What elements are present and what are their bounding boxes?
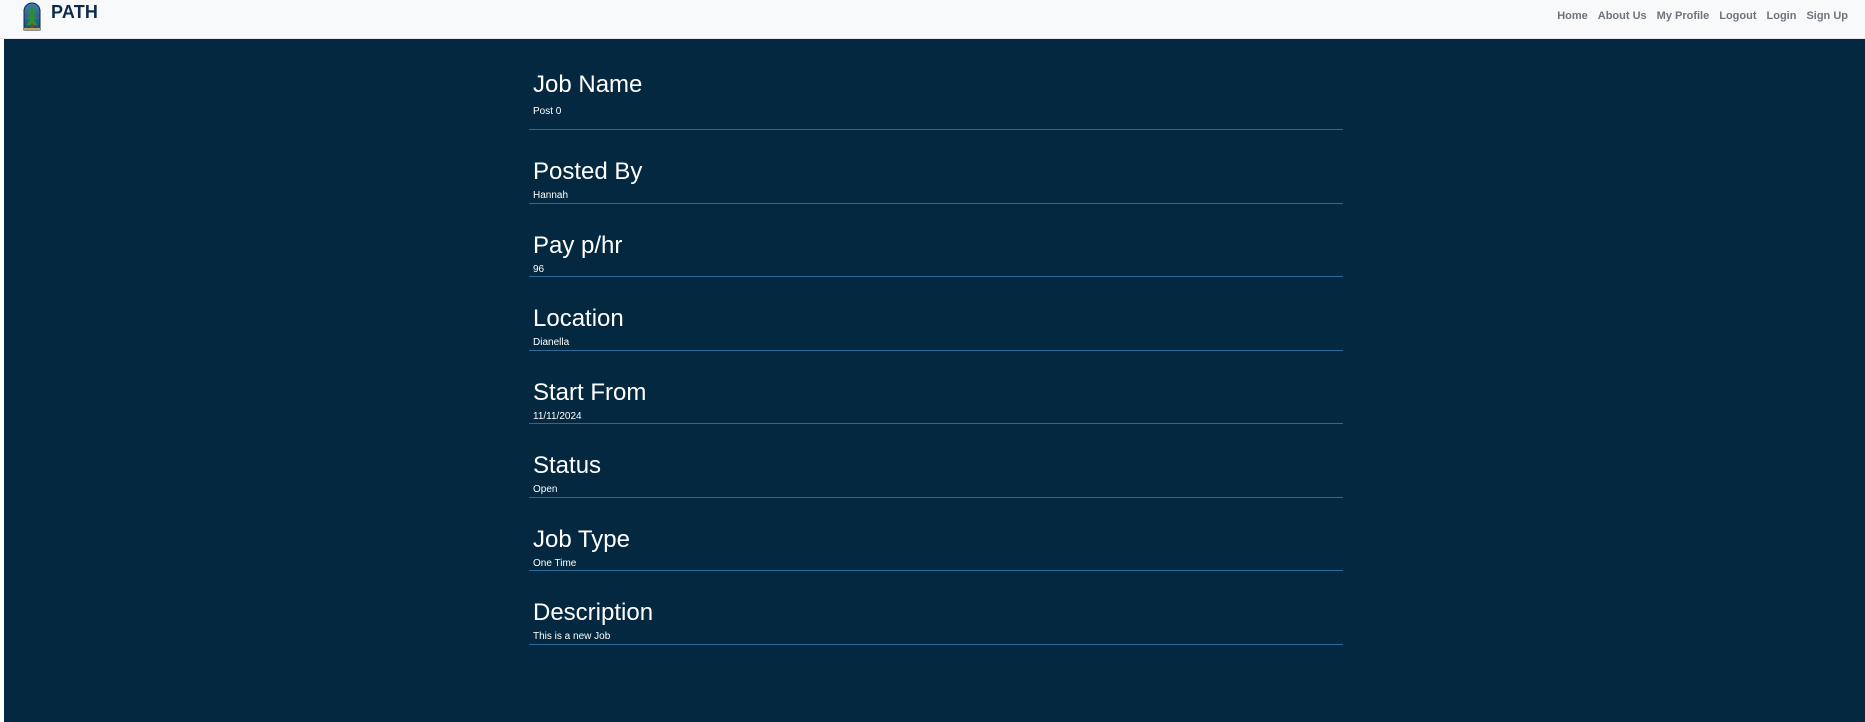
location-value: Dianella	[533, 337, 570, 348]
status-section: Status Open	[529, 424, 1343, 498]
job-name-label: Job Name	[533, 71, 643, 98]
job-type-label: Job Type	[533, 525, 630, 553]
nav-my-profile-link[interactable]: My Profile	[1652, 10, 1715, 22]
description-section: Description This is a new Job	[529, 571, 1343, 645]
nav-sign-up-link[interactable]: Sign Up	[1801, 10, 1853, 22]
nav-links: Home About Us My Profile Logout Login Si…	[1552, 0, 1853, 32]
description-label: Description	[533, 599, 654, 626]
location-section: Location Dianella	[529, 277, 1343, 351]
location-label: Location	[533, 305, 624, 332]
description-value: This is a new Job	[533, 631, 611, 642]
nav-about-us-link[interactable]: About Us	[1593, 10, 1652, 22]
job-detail-list: Job Name Post 0 Posted By Hannah Pay p/h…	[529, 39, 1343, 645]
job-name-section: Job Name Post 0	[529, 39, 1343, 130]
posted-by-label: Posted By	[533, 158, 643, 185]
posted-by-value: Hannah	[533, 190, 569, 201]
pay-section: Pay p/hr 96	[529, 204, 1343, 277]
brand-name: PATH	[51, 1, 99, 22]
status-label: Status	[533, 452, 602, 479]
brand-link[interactable]: PATH	[22, 0, 98, 32]
job-name-value: Post 0	[533, 106, 562, 117]
start-from-label: Start From	[533, 378, 647, 406]
posted-by-section: Posted By Hannah	[529, 130, 1343, 204]
nav-logout-link[interactable]: Logout	[1714, 10, 1761, 22]
tree-logo-icon	[23, 2, 41, 31]
nav-login-link[interactable]: Login	[1762, 10, 1802, 22]
top-navbar: PATH Home About Us My Profile Logout Log…	[0, 0, 1865, 39]
job-type-section: Job Type One Time	[529, 498, 1343, 571]
start-from-value: 11/11/2024	[533, 410, 582, 422]
nav-home-link[interactable]: Home	[1552, 10, 1593, 22]
pay-label: Pay p/hr	[533, 231, 623, 259]
start-from-section: Start From 11/11/2024	[529, 351, 1343, 424]
status-value: Open	[533, 484, 558, 495]
pay-value: 96	[533, 263, 545, 275]
job-details-panel: Job Name Post 0 Posted By Hannah Pay p/h…	[4, 39, 1865, 722]
job-type-value: One Time	[533, 557, 577, 569]
